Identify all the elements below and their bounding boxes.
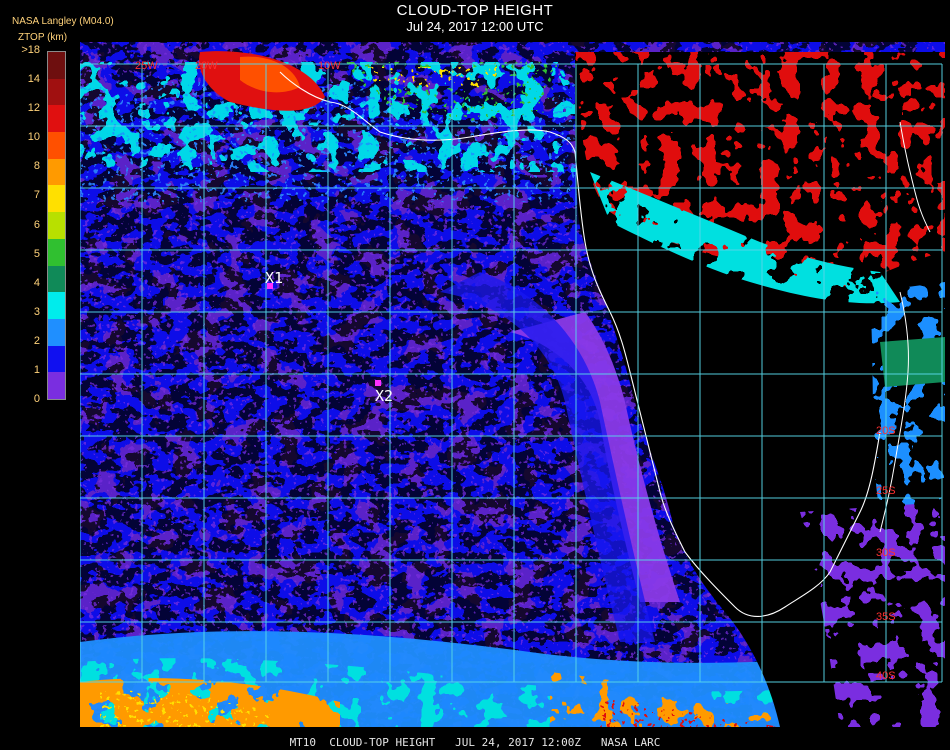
color-scale-tick-label: 6	[33, 218, 40, 231]
color-scale-swatch	[48, 292, 65, 319]
color-scale-swatch	[48, 265, 65, 293]
color-scale-swatch	[48, 345, 65, 373]
color-scale-tick-label: 4	[33, 276, 40, 289]
satellite-image-page: CLOUD-TOP HEIGHT Jul 24, 2017 12:00 UTC …	[0, 0, 950, 750]
color-scale-tick-label: 0	[33, 393, 40, 405]
color-scale-swatch	[48, 132, 65, 159]
color-scale-tick-label: 10	[27, 131, 40, 144]
color-scale-bar	[47, 51, 66, 400]
footer-caption: MT10 CLOUD-TOP HEIGHT JUL 24, 2017 12:00…	[289, 736, 661, 749]
color-scale-tick-label: 2	[33, 334, 40, 347]
color-scale-tick-label: 1	[33, 363, 40, 376]
africa-east-green	[880, 337, 945, 387]
color-scale-swatch	[48, 212, 65, 239]
image-timestamp: Jul 24, 2017 12:00 UTC	[406, 19, 544, 34]
longitude-label: 25W	[135, 60, 158, 72]
color-scale-swatch	[48, 52, 65, 79]
color-scale-tick-label: 3	[33, 305, 40, 318]
color-scale-labels: >18 14 12 10 8 7 6 5 4 3 2 1 0	[0, 0, 44, 750]
marker-label: X2	[375, 387, 393, 405]
color-scale-swatch	[48, 372, 65, 399]
marker-label: X1	[265, 269, 283, 287]
latitude-label: 35S	[876, 611, 896, 623]
yellow-band-north	[360, 67, 500, 87]
color-scale-swatch	[48, 318, 65, 346]
color-scale-tick-label: 5	[33, 247, 40, 260]
color-scale-tick-label: 7	[33, 189, 40, 202]
color-scale-swatch	[48, 185, 65, 213]
longitude-label: 10W	[318, 60, 341, 72]
longitude-label: 20W	[195, 60, 218, 72]
color-scale-swatch	[48, 78, 65, 106]
color-scale-swatch	[48, 238, 65, 266]
color-scale-tick-label: >18	[21, 44, 40, 56]
color-scale-swatch	[48, 105, 65, 133]
latitude-label: 25S	[876, 485, 896, 497]
cloud-top-height-map: 20S 25S 30S 35S 40S 25W 20W 10W X1 X2	[80, 42, 945, 727]
color-scale-tick-label: 14	[27, 73, 40, 86]
latitude-label: 20S	[876, 425, 896, 437]
color-scale-swatch	[48, 158, 65, 186]
marker-point	[375, 380, 381, 386]
latitude-label: 40S	[876, 670, 896, 682]
color-scale-tick-label: 8	[33, 160, 40, 173]
latitude-label: 30S	[876, 547, 896, 559]
image-title: CLOUD-TOP HEIGHT	[396, 2, 554, 19]
title-block: CLOUD-TOP HEIGHT Jul 24, 2017 12:00 UTC	[0, 2, 950, 34]
africa-east-cloud	[870, 282, 945, 512]
color-scale-tick-label: 12	[27, 102, 40, 115]
